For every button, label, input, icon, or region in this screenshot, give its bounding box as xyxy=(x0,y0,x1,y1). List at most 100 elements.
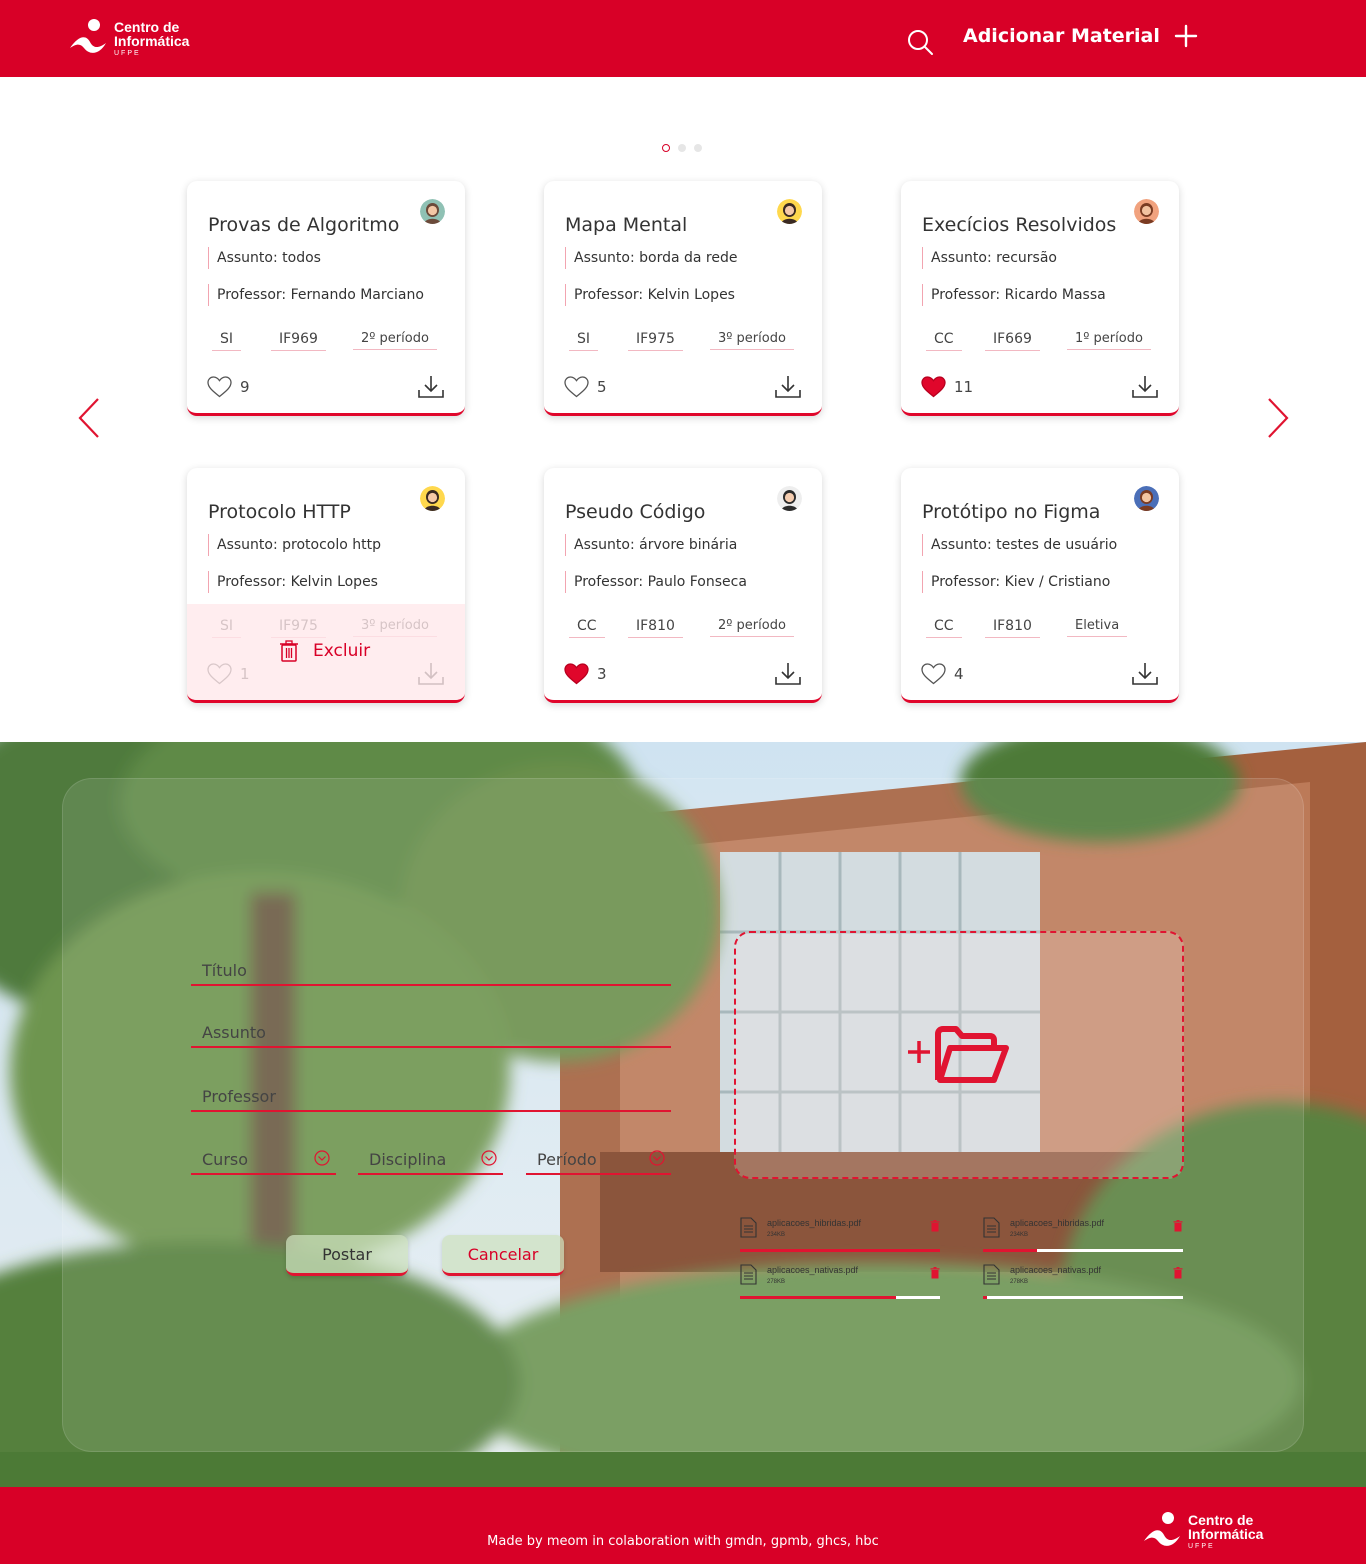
course-code-tag[interactable]: IF975 xyxy=(628,331,683,351)
like-count: 5 xyxy=(597,378,607,396)
card-tags: SI IF975 3º período xyxy=(565,331,801,357)
material-card-3[interactable]: Execícios Resolvidos Assunto: recursão P… xyxy=(901,181,1179,416)
footer-cin-logo[interactable]: Centro de Informática UFPE xyxy=(1142,1511,1263,1551)
card-professor: Professor: Fernando Marciano xyxy=(208,284,424,306)
uploaded-file-4: aplicacoes_nativas.pdf 278KB xyxy=(983,1264,1183,1304)
add-folder-icon xyxy=(908,1026,1009,1083)
download-button[interactable] xyxy=(1132,375,1158,399)
upload-progress-track xyxy=(740,1296,940,1299)
carousel-dot-1[interactable] xyxy=(662,144,670,152)
download-icon xyxy=(418,376,444,398)
file-size: 278KB xyxy=(1010,1279,1029,1285)
add-material-button[interactable]: Adicionar Material xyxy=(963,24,1198,48)
material-card-2[interactable]: Mapa Mental Assunto: borda da rede Profe… xyxy=(544,181,822,416)
trash-icon[interactable] xyxy=(930,1267,940,1279)
card-title: Protótipo no Figma xyxy=(922,501,1101,523)
avatar-woman-green xyxy=(420,199,445,224)
like-button[interactable]: 11 xyxy=(921,376,973,398)
course-tag[interactable]: CC xyxy=(569,618,605,638)
upload-progress-track xyxy=(983,1296,1183,1299)
course-tag[interactable]: CC xyxy=(926,618,962,638)
upload-progress-fill xyxy=(740,1249,940,1252)
course-code-tag[interactable]: IF969 xyxy=(271,331,326,351)
course-tag[interactable]: SI xyxy=(212,331,242,351)
trash-icon[interactable] xyxy=(1173,1267,1183,1279)
period-tag[interactable]: Eletiva xyxy=(1067,618,1128,637)
file-name: aplicacoes_nativas.pdf xyxy=(1010,1265,1102,1275)
upload-progress-fill xyxy=(983,1249,1037,1252)
footer: Made by meom in colaboration with gmdn, … xyxy=(0,1487,1366,1564)
like-button[interactable]: 4 xyxy=(921,663,964,685)
carousel-prev-button[interactable] xyxy=(76,397,102,439)
like-button[interactable]: 5 xyxy=(564,376,607,398)
course-tag[interactable]: CC xyxy=(926,331,962,351)
carousel-next-button[interactable] xyxy=(1265,397,1291,439)
professor-field-label: Professor xyxy=(202,1087,276,1106)
period-tag[interactable]: 1º período xyxy=(1067,331,1151,350)
period-tag[interactable]: 2º período xyxy=(353,331,437,350)
heart-icon xyxy=(564,376,589,398)
discipline-select-label: Disciplina xyxy=(369,1150,447,1169)
logo-line-1: Centro de xyxy=(1188,1511,1254,1528)
carousel-dot-2[interactable] xyxy=(678,144,686,152)
course-select[interactable]: Curso xyxy=(191,1145,336,1175)
chevron-down-icon xyxy=(649,1150,665,1166)
uploaded-file-3: aplicacoes_nativas.pdf 278KB xyxy=(740,1264,940,1304)
material-card-6[interactable]: Protótipo no Figma Assunto: testes de us… xyxy=(901,468,1179,703)
trash-icon[interactable] xyxy=(930,1220,940,1232)
cin-logo[interactable]: Centro de Informática UFPE xyxy=(68,18,189,58)
period-select-label: Período xyxy=(537,1150,597,1169)
period-tag[interactable]: 2º período xyxy=(710,618,794,637)
carousel-dot-3[interactable] xyxy=(694,144,702,152)
period-select[interactable]: Período xyxy=(526,1145,671,1175)
avatar-woman-yellow xyxy=(777,199,802,224)
cin-logo-mark xyxy=(70,19,106,53)
subject-field[interactable]: Assunto xyxy=(191,1018,671,1048)
card-title: Protocolo HTTP xyxy=(208,501,351,523)
file-name: aplicacoes_nativas.pdf xyxy=(767,1265,859,1275)
card-professor: Professor: Paulo Fonseca xyxy=(565,571,747,593)
file-name: aplicacoes_hibridas.pdf xyxy=(1010,1218,1105,1228)
trash-icon[interactable] xyxy=(1173,1220,1183,1232)
material-card-1[interactable]: Provas de Algoritmo Assunto: todos Profe… xyxy=(187,181,465,416)
material-card-4[interactable]: Protocolo HTTP Assunto: protocolo http P… xyxy=(187,468,465,703)
cancel-button[interactable]: Cancelar xyxy=(442,1235,564,1276)
like-count: 9 xyxy=(240,378,250,396)
course-code-tag[interactable]: IF810 xyxy=(628,618,683,638)
file-dropzone[interactable] xyxy=(734,931,1184,1179)
discipline-select[interactable]: Disciplina xyxy=(358,1145,503,1175)
uploaded-file-1: aplicacoes_hibridas.pdf 234KB xyxy=(740,1217,940,1257)
download-button[interactable] xyxy=(1132,662,1158,686)
card-professor: Professor: Kelvin Lopes xyxy=(208,571,378,593)
post-button[interactable]: Postar xyxy=(286,1235,408,1276)
heart-icon xyxy=(207,376,232,398)
course-code-tag[interactable]: IF669 xyxy=(985,331,1040,351)
document-icon xyxy=(740,1264,757,1285)
subject-field-label: Assunto xyxy=(202,1023,266,1042)
upload-progress-fill xyxy=(740,1296,896,1299)
card-professor: Professor: Kelvin Lopes xyxy=(565,284,735,306)
download-button[interactable] xyxy=(775,662,801,686)
card-professor: Professor: Kiev / Cristiano xyxy=(922,571,1110,593)
like-count: 11 xyxy=(954,378,974,396)
material-card-5[interactable]: Pseudo Código Assunto: árvore binária Pr… xyxy=(544,468,822,703)
card-tags: CC IF669 1º período xyxy=(922,331,1158,357)
like-button[interactable]: 3 xyxy=(564,663,607,685)
professor-field[interactable]: Professor xyxy=(191,1082,671,1112)
card-title: Provas de Algoritmo xyxy=(208,214,400,236)
course-code-tag[interactable]: IF810 xyxy=(985,618,1040,638)
period-tag[interactable]: 3º período xyxy=(710,331,794,350)
download-icon xyxy=(1132,663,1158,685)
chevron-down-icon xyxy=(314,1150,330,1166)
search-button[interactable] xyxy=(905,27,935,57)
card-tags: CC IF810 Eletiva xyxy=(922,618,1158,644)
card-professor: Professor: Ricardo Massa xyxy=(922,284,1106,306)
course-tag[interactable]: SI xyxy=(569,331,599,351)
file-size: 234KB xyxy=(1010,1232,1029,1238)
like-button[interactable]: 9 xyxy=(207,376,250,398)
delete-button[interactable]: Excluir xyxy=(279,640,370,662)
download-button[interactable] xyxy=(775,375,801,399)
title-field[interactable]: Título xyxy=(191,956,671,986)
download-button[interactable] xyxy=(418,375,444,399)
chevron-down-icon xyxy=(481,1150,497,1166)
